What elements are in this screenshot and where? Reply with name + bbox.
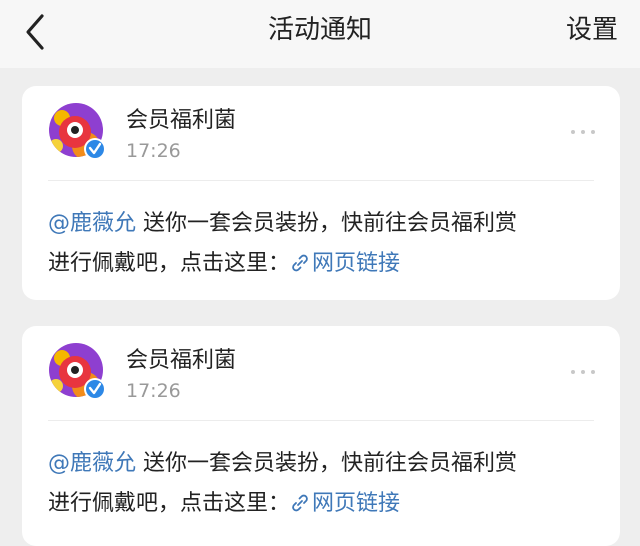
- message-line-2: 进行佩戴吧，点击这里：: [48, 251, 291, 276]
- page-title: 活动通知: [267, 15, 372, 45]
- top-navigation-bar: 活动通知 设置: [0, 0, 640, 68]
- web-link-label: 网页链接: [312, 491, 401, 516]
- notification-card: 会员福利菌 17:26 @鹿薇允 送你一套会员装扮，快前往会员福利赏 进行佩戴吧…: [22, 326, 620, 546]
- divider: [48, 180, 594, 181]
- link-icon: [292, 494, 308, 512]
- sender-name[interactable]: 会员福利菌: [126, 346, 236, 376]
- mention-link[interactable]: @鹿薇允: [48, 451, 136, 476]
- settings-button[interactable]: 设置: [566, 12, 618, 48]
- message-line-1: 送你一套会员装扮，快前往会员福利赏: [136, 451, 518, 476]
- web-link[interactable]: 网页链接: [290, 251, 400, 276]
- message-text: @鹿薇允 送你一套会员装扮，快前往会员福利赏 进行佩戴吧，点击这里： 网页链接: [48, 444, 594, 524]
- link-icon: [292, 254, 308, 272]
- sender-name[interactable]: 会员福利菌: [126, 106, 236, 136]
- message-line-2: 进行佩戴吧，点击这里：: [48, 491, 291, 516]
- more-dots-icon: [571, 130, 595, 134]
- more-options-button[interactable]: [568, 124, 598, 138]
- verified-badge-icon: [86, 140, 104, 158]
- timestamp: 17:26: [126, 380, 181, 402]
- chevron-left-icon: [26, 14, 44, 50]
- avatar[interactable]: [48, 342, 110, 404]
- divider: [48, 420, 594, 421]
- verified-badge-icon: [86, 380, 104, 398]
- web-link[interactable]: 网页链接: [290, 491, 400, 516]
- web-link-label: 网页链接: [312, 251, 401, 276]
- more-options-button[interactable]: [568, 364, 598, 378]
- message-text: @鹿薇允 送你一套会员装扮，快前往会员福利赏 进行佩戴吧，点击这里： 网页链接: [48, 204, 594, 284]
- timestamp: 17:26: [126, 140, 181, 162]
- notification-card: 会员福利菌 17:26 @鹿薇允 送你一套会员装扮，快前往会员福利赏 进行佩戴吧…: [22, 86, 620, 300]
- avatar[interactable]: [48, 102, 110, 164]
- message-line-1: 送你一套会员装扮，快前往会员福利赏: [136, 211, 518, 236]
- mention-link[interactable]: @鹿薇允: [48, 211, 136, 236]
- more-dots-icon: [571, 370, 595, 374]
- back-button[interactable]: [16, 12, 56, 52]
